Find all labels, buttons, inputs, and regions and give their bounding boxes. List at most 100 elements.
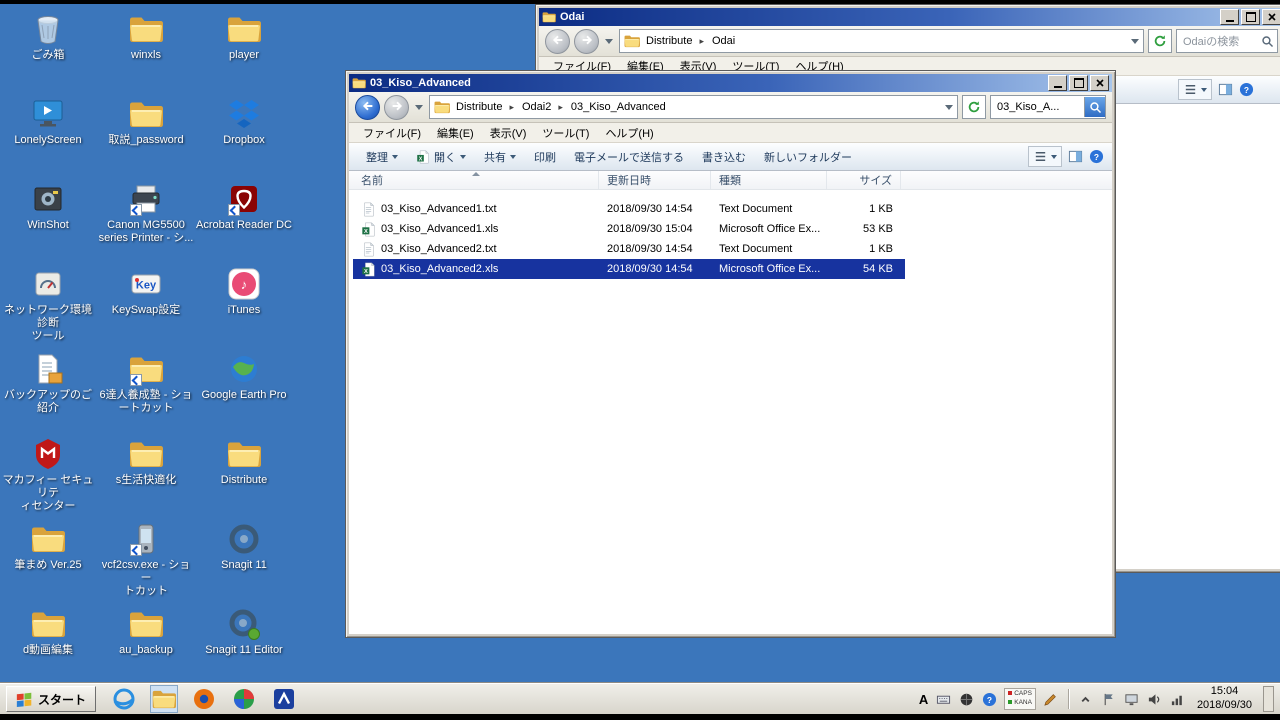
history-dropdown-icon[interactable] — [415, 105, 423, 110]
menu-item[interactable]: 表示(V) — [482, 124, 535, 142]
desktop-icon[interactable]: 取説_password — [98, 97, 194, 147]
search-go-button[interactable] — [1084, 97, 1105, 117]
desktop[interactable]: ごみ箱winxlsplayer LonelyScreen取説_passwordDr… — [0, 4, 1280, 714]
menu-item[interactable]: ファイル(F) — [355, 124, 429, 142]
network-icon[interactable] — [1124, 691, 1140, 707]
start-button[interactable]: スタート — [6, 686, 96, 712]
ime-mode-indicator[interactable]: A — [919, 692, 928, 707]
desktop-icon[interactable]: ネットワーク環境診断 ツール — [0, 267, 96, 344]
address-dropdown-icon[interactable] — [945, 105, 953, 110]
forward-button[interactable] — [574, 29, 599, 54]
ime-tool-icon[interactable] — [958, 691, 974, 707]
desktop-icon[interactable]: Dropbox — [196, 97, 292, 147]
breadcrumb-item[interactable]: 03_Kiso_Advanced — [567, 100, 670, 114]
desktop-icon[interactable]: Distribute — [196, 437, 292, 487]
toolbar-button-5[interactable]: 書き込む — [693, 146, 755, 168]
file-row[interactable]: X03_Kiso_Advanced1.xls2018/09/30 15:04Mi… — [353, 219, 905, 239]
ime-help-icon[interactable]: ? — [981, 691, 997, 707]
menu-item[interactable]: ヘルプ(H) — [597, 124, 661, 142]
quicklaunch-blue-app-icon[interactable] — [270, 685, 298, 713]
foreground-window[interactable]: 03_Kiso_Advanced DistributeOdai203_Kiso_… — [345, 70, 1116, 638]
help-icon[interactable]: ? — [1239, 82, 1254, 97]
view-selector[interactable] — [1028, 146, 1062, 167]
forward-button[interactable] — [384, 95, 409, 120]
desktop-icon[interactable]: KeyKeySwap設定 — [98, 267, 194, 317]
toolbar-button-4[interactable]: 電子メールで送信する — [565, 146, 693, 168]
file-row[interactable]: 03_Kiso_Advanced1.txt2018/09/30 14:54Tex… — [353, 199, 905, 219]
refresh-button[interactable] — [1148, 29, 1172, 53]
desktop-icon[interactable]: Snagit 11 — [196, 522, 292, 572]
column-header-0[interactable]: 名前 — [353, 171, 599, 189]
breadcrumb-item[interactable]: Odai — [708, 34, 739, 48]
desktop-icon[interactable]: 6達人養成塾 - ショ ートカット — [98, 352, 194, 415]
signal-icon[interactable] — [1170, 691, 1186, 707]
search-box[interactable]: Odaiの検索 — [1176, 29, 1278, 53]
desktop-icon[interactable]: バックアップのご紹介 — [0, 352, 96, 415]
taskbar-clock[interactable]: 15:04 2018/09/30 — [1197, 685, 1252, 713]
quicklaunch-colorful-app-icon[interactable] — [230, 685, 258, 713]
history-dropdown-icon[interactable] — [605, 39, 613, 44]
column-header-1[interactable]: 更新日時 — [599, 171, 711, 189]
address-bar[interactable]: DistributeOdai203_Kiso_Advanced — [429, 95, 958, 119]
maximize-button[interactable] — [1069, 75, 1088, 91]
help-icon[interactable]: ? — [1089, 149, 1104, 164]
desktop-icon[interactable]: WinShot — [0, 182, 96, 232]
desktop-icon[interactable]: s生活快適化 — [98, 437, 194, 487]
breadcrumb-item[interactable]: Distribute — [452, 100, 518, 114]
search-icon[interactable] — [1257, 31, 1277, 51]
desktop-icon[interactable]: vcf2csv.exe - ショー トカット — [98, 522, 194, 599]
desktop-icon[interactable]: 筆まめ Ver.25 — [0, 522, 96, 572]
address-dropdown-icon[interactable] — [1131, 39, 1139, 44]
toolbar-button-3[interactable]: 印刷 — [525, 146, 565, 168]
column-header-3[interactable]: サイズ — [827, 171, 901, 189]
refresh-button[interactable] — [962, 95, 986, 119]
background-window-titlebar[interactable]: Odai — [539, 8, 1280, 26]
desktop-icon[interactable]: Snagit 11 Editor — [196, 607, 292, 657]
quicklaunch-media-player-icon[interactable] — [190, 685, 218, 713]
preview-pane-icon[interactable] — [1068, 149, 1083, 164]
menu-item[interactable]: 編集(E) — [429, 124, 482, 142]
maximize-button[interactable] — [1241, 9, 1260, 25]
view-selector[interactable] — [1178, 79, 1212, 100]
close-button[interactable] — [1262, 9, 1280, 25]
volume-icon[interactable] — [1147, 691, 1163, 707]
search-box[interactable]: 03_Kiso_A... — [990, 95, 1106, 119]
minimize-button[interactable] — [1048, 75, 1067, 91]
toolbar-button-6[interactable]: 新しいフォルダー — [755, 146, 861, 168]
back-button[interactable] — [355, 95, 380, 120]
address-bar[interactable]: DistributeOdai — [619, 29, 1144, 53]
desktop-icon[interactable]: マカフィー セキュリテ ィセンター — [0, 437, 96, 514]
preview-pane-icon[interactable] — [1218, 82, 1233, 97]
hidden-icons-button[interactable] — [1078, 691, 1094, 707]
quicklaunch-internet-explorer-icon[interactable] — [110, 685, 138, 713]
desktop-icon[interactable]: ごみ箱 — [0, 12, 96, 62]
desktop-icon[interactable]: Canon MG5500 series Printer - シ... — [98, 182, 194, 245]
quicklaunch-windows-explorer-icon[interactable] — [150, 685, 178, 713]
action-center-icon[interactable] — [1101, 691, 1117, 707]
file-list[interactable]: 03_Kiso_Advanced1.txt2018/09/30 14:54Tex… — [349, 190, 1112, 634]
toolbar-button-1[interactable]: X開く — [407, 146, 475, 168]
ime-pad-icon[interactable] — [935, 691, 951, 707]
toolbar-button-2[interactable]: 共有 — [475, 146, 525, 168]
desktop-icon[interactable]: ♪iTunes — [196, 267, 292, 317]
file-row[interactable]: 03_Kiso_Advanced2.txt2018/09/30 14:54Tex… — [353, 239, 905, 259]
breadcrumb-item[interactable]: Distribute — [642, 34, 708, 48]
desktop-icon[interactable]: player — [196, 12, 292, 62]
pen-input-icon[interactable] — [1043, 691, 1059, 707]
file-row[interactable]: X03_Kiso_Advanced2.xls2018/09/30 14:54Mi… — [353, 259, 905, 279]
desktop-icon[interactable]: winxls — [98, 12, 194, 62]
toolbar-button-0[interactable]: 整理 — [357, 146, 407, 168]
desktop-icon[interactable]: Google Earth Pro — [196, 352, 292, 402]
menu-item[interactable]: ツール(T) — [534, 124, 597, 142]
minimize-button[interactable] — [1220, 9, 1239, 25]
caps-kana-indicator[interactable]: CAPS KANA — [1004, 688, 1036, 710]
desktop-icon[interactable]: LonelyScreen — [0, 97, 96, 147]
foreground-window-titlebar[interactable]: 03_Kiso_Advanced — [349, 74, 1112, 92]
search-input-value[interactable]: 03_Kiso_A... — [997, 101, 1082, 113]
desktop-icon[interactable]: au_backup — [98, 607, 194, 657]
desktop-icon[interactable]: Acrobat Reader DC — [196, 182, 292, 232]
back-button[interactable] — [545, 29, 570, 54]
column-header-2[interactable]: 種類 — [711, 171, 827, 189]
breadcrumb-item[interactable]: Odai2 — [518, 100, 567, 114]
show-desktop-button[interactable] — [1263, 686, 1274, 712]
